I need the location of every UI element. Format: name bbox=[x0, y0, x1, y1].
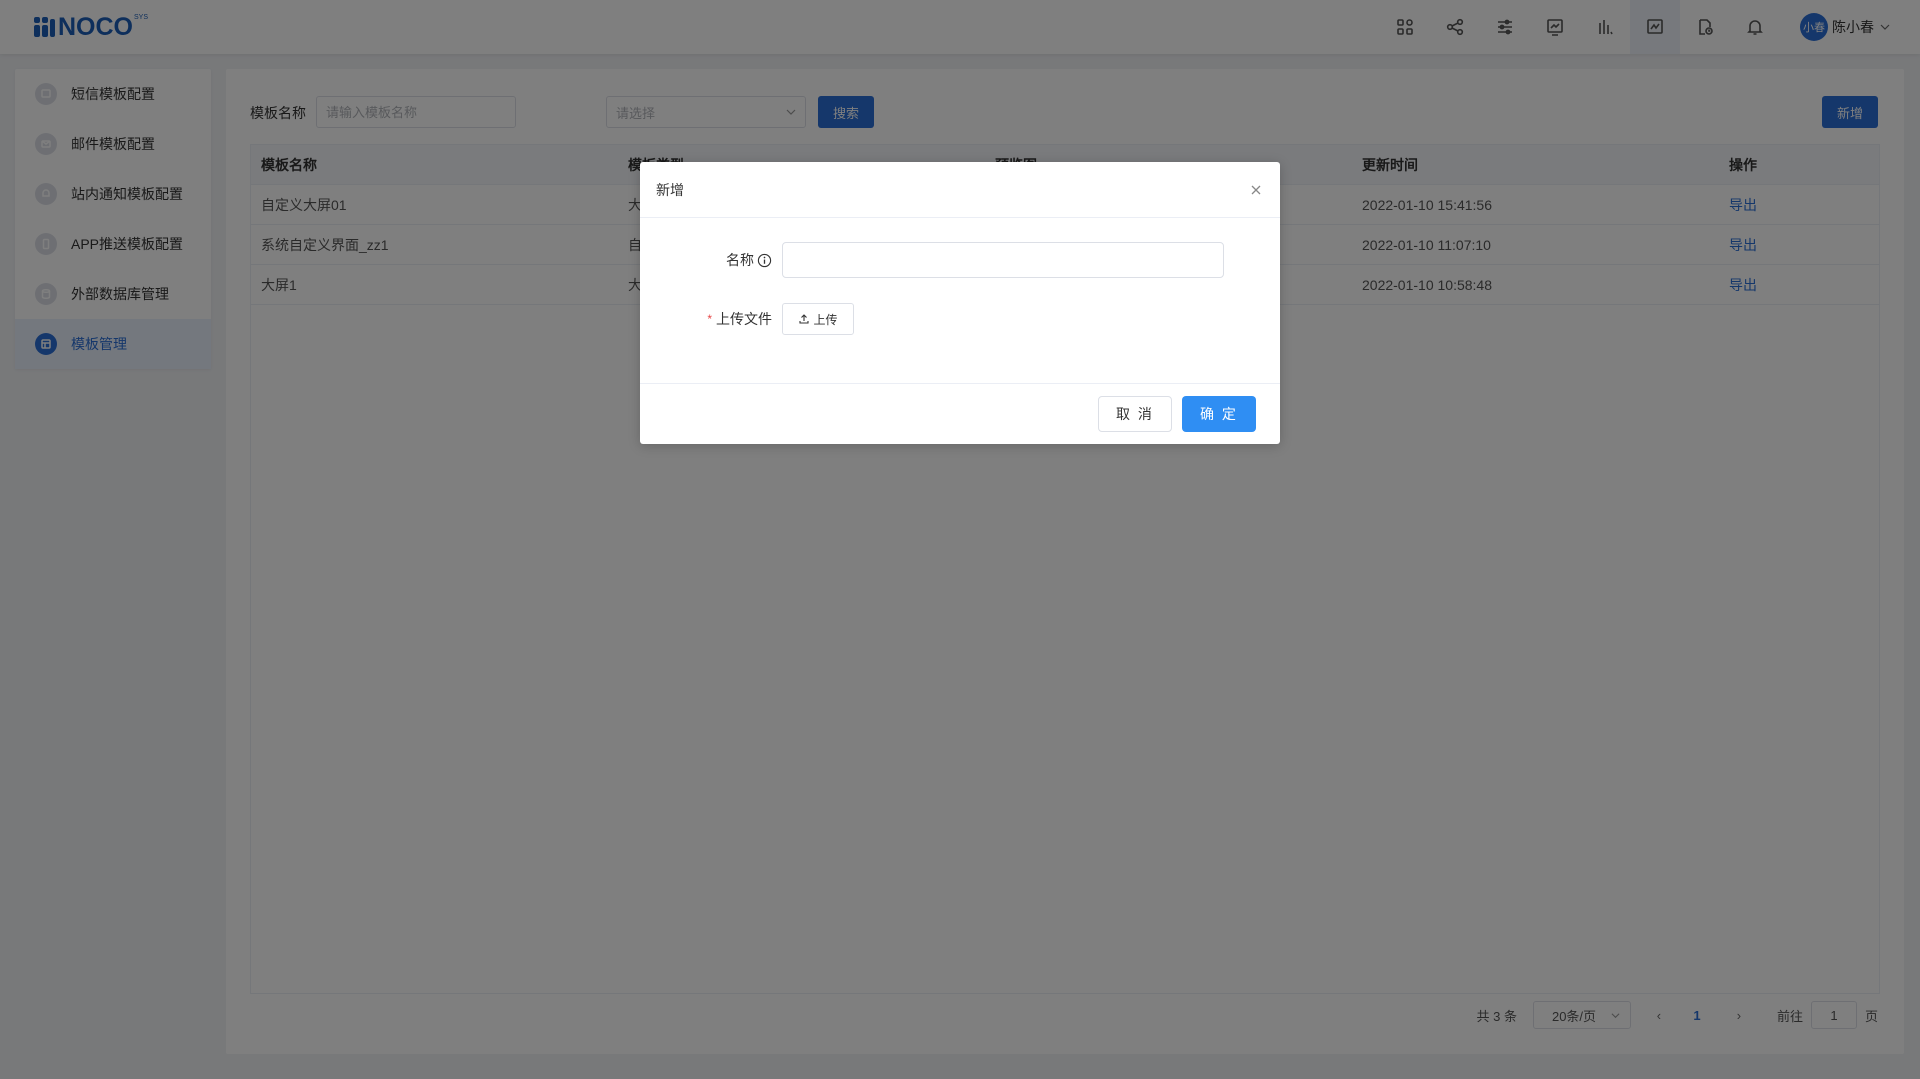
cancel-button[interactable]: 取 消 bbox=[1098, 396, 1172, 432]
dialog-footer: 取 消 确 定 bbox=[640, 383, 1280, 444]
upload-icon bbox=[799, 314, 810, 324]
close-icon[interactable] bbox=[1248, 182, 1264, 198]
dialog-title: 新增 bbox=[656, 181, 684, 198]
name-label: 名称 bbox=[726, 252, 754, 268]
form-row-file: * 上传文件 上传 bbox=[640, 303, 854, 335]
upload-button[interactable]: 上传 bbox=[782, 303, 854, 335]
info-icon[interactable] bbox=[757, 253, 772, 268]
confirm-button[interactable]: 确 定 bbox=[1182, 396, 1256, 432]
required-mark: * bbox=[707, 312, 712, 326]
add-dialog: 新增 名称 * 上传文件 上传 取 消 确 定 bbox=[640, 162, 1280, 444]
upload-label: 上传 bbox=[813, 312, 838, 327]
name-input[interactable] bbox=[782, 242, 1224, 278]
form-row-name: 名称 bbox=[640, 242, 1224, 278]
dialog-header: 新增 bbox=[640, 162, 1280, 218]
file-label: 上传文件 bbox=[716, 311, 772, 327]
